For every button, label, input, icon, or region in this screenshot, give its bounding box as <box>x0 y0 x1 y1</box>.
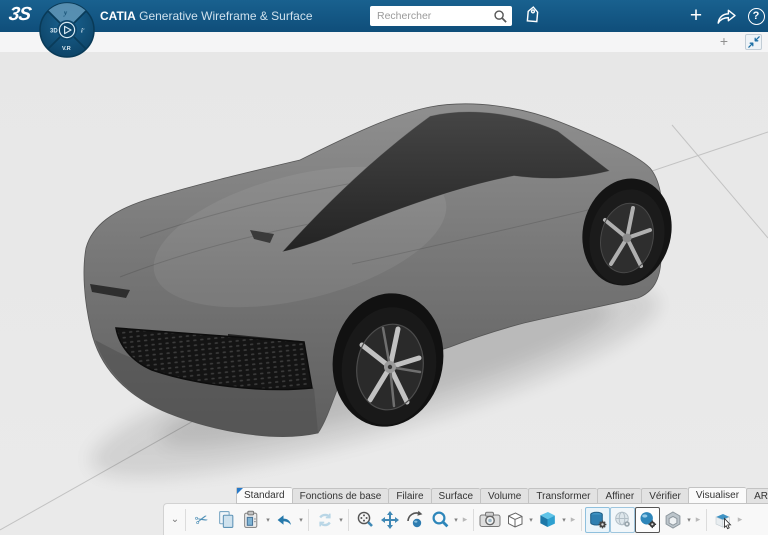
search-box[interactable] <box>370 6 512 26</box>
search-input[interactable] <box>377 10 493 22</box>
divider <box>706 509 707 531</box>
more-visualize-arrow[interactable]: ▸ <box>693 514 703 525</box>
rotate-button[interactable] <box>402 507 427 533</box>
undo-icon <box>275 510 295 530</box>
more-style-arrow[interactable]: ▸ <box>568 514 578 525</box>
rotate-icon <box>405 510 425 530</box>
pan-button[interactable] <box>377 507 402 533</box>
app-title: CATIA Generative Wireframe & Surface <box>100 9 313 23</box>
database-visibility-button[interactable] <box>585 507 610 533</box>
tab-fonctions-de-base[interactable]: Fonctions de base <box>292 488 389 504</box>
app-name: CATIA <box>100 9 136 23</box>
workbench-name: Generative Wireframe & Surface <box>139 9 312 23</box>
paste-button[interactable] <box>239 507 264 533</box>
car-model[interactable] <box>0 52 768 535</box>
search-icon[interactable] <box>493 9 508 24</box>
globe-gears-icon <box>613 510 633 530</box>
sphere-gear-icon <box>638 510 658 530</box>
divider <box>185 509 186 531</box>
tab-volume[interactable]: Volume <box>480 488 528 504</box>
tab-surface[interactable]: Surface <box>431 488 480 504</box>
undo-dropdown[interactable]: ▾ <box>297 516 305 524</box>
cut-button[interactable]: ✂ <box>189 507 214 533</box>
title-bar: 3S CATIA Generative Wireframe & Surface … <box>0 0 768 32</box>
update-button[interactable] <box>312 507 337 533</box>
zoom-icon <box>430 510 450 530</box>
action-bar: ⌄ ✂ ▾ ▾ ▾ <box>163 503 768 535</box>
fit-all-in-button[interactable] <box>352 507 377 533</box>
tab-filaire[interactable]: Filaire <box>388 488 430 504</box>
paste-icon <box>242 510 261 529</box>
ribbon-tabs: StandardFonctions de baseFilaireSurfaceV… <box>236 487 768 504</box>
compass-east-label[interactable]: i' <box>81 28 85 35</box>
update-dropdown[interactable]: ▾ <box>337 516 345 524</box>
capture-button[interactable] <box>477 507 502 533</box>
wireframe-cube-icon <box>505 510 525 530</box>
tab-ar-vr[interactable]: AR-VR <box>746 488 768 504</box>
copy-button[interactable] <box>214 507 239 533</box>
undo-button[interactable] <box>272 507 297 533</box>
cube-cursor-icon <box>712 510 734 530</box>
manipulate-button[interactable] <box>710 507 735 533</box>
material-hexagon-icon <box>663 510 683 530</box>
sphere-settings-button[interactable] <box>635 507 660 533</box>
divider <box>348 509 349 531</box>
more-manipulate-arrow[interactable]: ▸ <box>735 514 745 525</box>
tab-standard[interactable]: Standard <box>236 487 292 504</box>
3d-viewport[interactable] <box>0 52 768 535</box>
shaded-cube-icon <box>537 509 558 530</box>
zoom-button[interactable] <box>427 507 452 533</box>
zoom-dropdown[interactable]: ▾ <box>452 516 460 524</box>
restore-down-icon[interactable] <box>745 34 762 50</box>
web-services-button[interactable] <box>610 507 635 533</box>
database-gear-icon <box>588 510 608 530</box>
tab-visualiser[interactable]: Visualiser <box>688 487 746 504</box>
collapse-toolbar-chevron[interactable]: ⌄ <box>168 514 182 525</box>
divider <box>581 509 582 531</box>
paste-dropdown[interactable]: ▾ <box>264 516 272 524</box>
material-dropdown[interactable]: ▾ <box>685 516 693 524</box>
help-icon: ? <box>748 8 765 25</box>
compass[interactable]: 3D i' V.R y <box>38 1 96 59</box>
share-icon[interactable] <box>714 4 738 28</box>
add-tab-button[interactable]: + <box>716 34 732 50</box>
tag-icon[interactable] <box>520 5 544 28</box>
more-view-tools-arrow[interactable]: ▸ <box>460 514 470 525</box>
pan-icon <box>380 510 400 530</box>
compass-south-label[interactable]: V.R <box>62 46 71 52</box>
zoom-fit-icon <box>355 510 375 530</box>
render-style-button[interactable] <box>502 507 527 533</box>
shaded-view-dropdown[interactable]: ▾ <box>560 516 568 524</box>
tab-transformer[interactable]: Transformer <box>528 488 597 504</box>
divider <box>473 509 474 531</box>
secondary-bar: + <box>0 32 768 52</box>
tab-affiner[interactable]: Affiner <box>597 488 641 504</box>
add-button[interactable]: + <box>684 4 708 28</box>
shaded-view-button[interactable] <box>535 507 560 533</box>
copy-icon <box>217 510 236 529</box>
update-icon <box>315 510 335 530</box>
material-button[interactable] <box>660 507 685 533</box>
scissors-icon: ✂ <box>192 508 210 531</box>
compass-west-label[interactable]: 3D <box>50 29 58 35</box>
divider <box>308 509 309 531</box>
camera-icon <box>479 511 501 528</box>
render-style-dropdown[interactable]: ▾ <box>527 516 535 524</box>
tab-v-rifier[interactable]: Vérifier <box>641 488 688 504</box>
3ds-logo: 3S <box>7 4 32 26</box>
help-button[interactable]: ? <box>744 4 768 28</box>
